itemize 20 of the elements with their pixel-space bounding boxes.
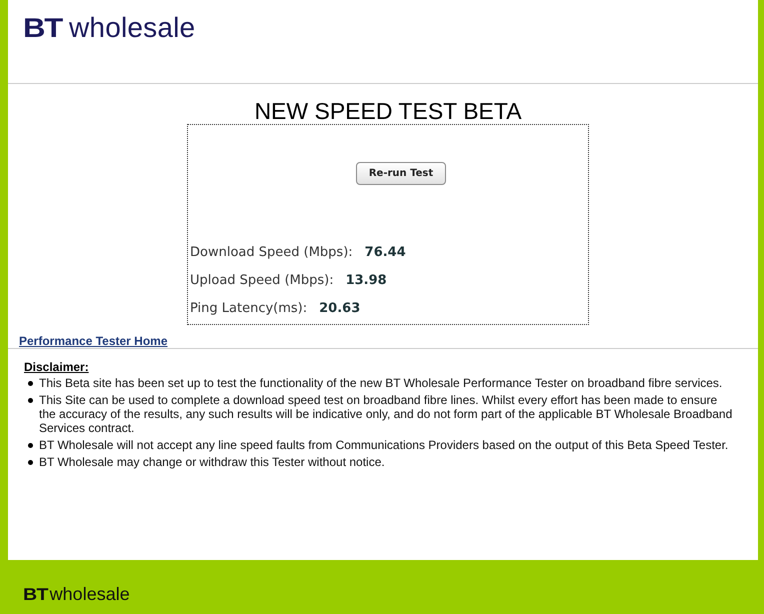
page-title: NEW SPEED TEST BETA	[254, 98, 522, 124]
footer-logo: BTwholesale	[23, 585, 130, 603]
disclaimer-heading: Disclaimer:	[24, 360, 89, 374]
bullet-icon	[28, 398, 33, 403]
result-label: Download Speed (Mbps):	[190, 244, 353, 262]
result-value: 13.98	[346, 272, 387, 290]
result-value: 76.44	[364, 244, 406, 262]
bullet-icon	[28, 460, 33, 465]
bullet-icon	[28, 443, 33, 448]
rerun-test-button[interactable]: Re-run Test	[356, 162, 446, 185]
result-label: Ping Latency(ms):	[190, 300, 308, 318]
home-link[interactable]: Performance Tester Home	[19, 334, 168, 348]
bullet-icon	[28, 381, 33, 386]
disclaimer-item: This Beta site has been set up to test the functionality of the new BT Wholesale Performance Tester on broadband fibre services.	[39, 376, 722, 390]
disclaimer-item: This Site can be used to complete a download speed test on broadband fibre lines. Whilst every effort has been made to ensure the accuracy of the results, any such results will be indicative only, and do not form part of the applicable BT Wholesale Broadband Services contract.	[39, 393, 734, 435]
result-label: Upload Speed (Mbps):	[190, 272, 334, 290]
disclaimer-item: BT Wholesale will not accept any line speed faults from Communications Providers based on the output of this Beta Speed Tester.	[39, 438, 728, 452]
disclaimer-item: BT Wholesale may change or withdraw this Tester without notice.	[39, 455, 385, 469]
result-value: 20.63	[319, 300, 360, 318]
brand-logo: BT wholesale	[23, 14, 196, 42]
